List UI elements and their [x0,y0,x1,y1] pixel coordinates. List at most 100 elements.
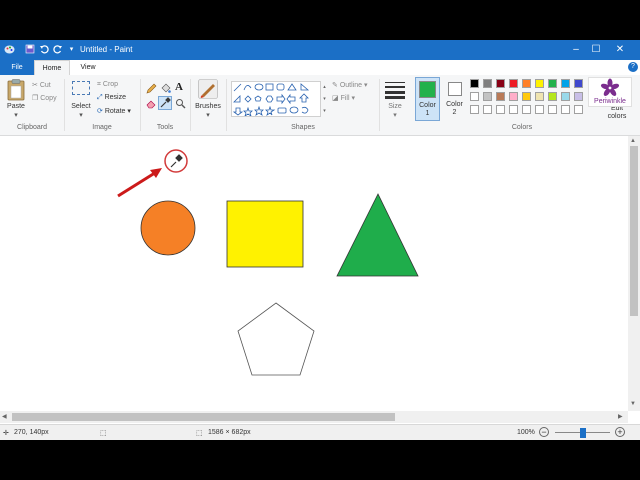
size-icon[interactable] [385,81,405,101]
color-swatch[interactable] [509,79,518,88]
color-swatch[interactable] [561,92,570,101]
paste-icon[interactable] [7,79,25,103]
close-icon[interactable]: ✕ [612,43,628,57]
color-swatch[interactable] [548,105,557,114]
green-triangle[interactable] [336,193,419,277]
paste-button[interactable]: Paste [7,103,25,110]
color-swatch[interactable] [561,79,570,88]
fill-label: Fill [340,95,350,102]
outline-label: Outline [339,82,363,89]
zoom-out-icon[interactable]: − [539,427,549,437]
periwinkle-label: Periwinkle [594,98,626,105]
help-icon[interactable]: ? [628,62,638,72]
text-tool-icon[interactable]: A [175,81,183,93]
color-swatch[interactable] [574,92,583,101]
shapes-gallery[interactable] [231,81,321,117]
brushes-button[interactable]: Brushes [192,103,224,110]
color-swatch[interactable] [470,92,479,101]
color1-button[interactable]: Color 1 [415,77,440,121]
orange-circle[interactable] [140,200,196,256]
select-button[interactable]: Select [70,103,92,110]
vertical-scrollbar[interactable]: ▲ ▼ [628,136,640,411]
crop-button[interactable]: ⌗ Crop [97,81,118,89]
color-swatch[interactable] [509,105,518,114]
resize-button[interactable]: ⤢ Resize [97,94,126,102]
scroll-right-icon[interactable]: ▶ [618,413,623,420]
color-swatch[interactable] [535,79,544,88]
canvas-drawing [117,149,419,376]
ribbon-separator [190,79,191,131]
ribbon-separator [226,79,227,131]
cut-button[interactable]: ✂ Cut [32,81,51,89]
size-dropdown-icon[interactable]: ▾ [382,111,408,119]
color-swatch[interactable] [470,105,479,114]
tab-view[interactable]: View [72,60,104,75]
color-swatch[interactable] [548,79,557,88]
color-swatch[interactable] [574,79,583,88]
zoom-in-icon[interactable]: + [615,427,625,437]
selection-size-icon: ⬚ [100,430,107,437]
ribbon-separator [140,79,141,131]
rotate-button[interactable]: ⟳ Rotate ▾ [97,107,131,115]
color-swatch[interactable] [522,79,531,88]
zoom-slider-thumb[interactable] [579,428,586,438]
brushes-icon[interactable] [198,79,218,101]
shapes-group-label: Shapes [291,124,315,131]
horizontal-scroll-thumb[interactable] [12,413,395,421]
color-swatch[interactable] [509,92,518,101]
color-swatch[interactable] [483,105,492,114]
color-swatch[interactable] [535,92,544,101]
drawing-canvas[interactable] [0,136,628,411]
eraser-icon[interactable] [146,98,157,111]
size-button[interactable]: Size [382,103,408,110]
paint-app-icon[interactable] [4,44,15,55]
color-swatch[interactable] [522,92,531,101]
brushes-dropdown-icon[interactable]: ▾ [192,111,224,119]
undo-icon[interactable] [38,44,49,55]
save-icon[interactable] [24,44,35,55]
tab-file[interactable]: File [0,60,34,75]
color-swatch[interactable] [496,79,505,88]
color-swatch[interactable] [561,105,570,114]
color-swatch[interactable] [522,105,531,114]
color-swatch[interactable] [574,105,583,114]
color-swatch[interactable] [470,79,479,88]
paste-dropdown-icon[interactable]: ▾ [7,111,25,119]
outline-button[interactable]: ✎ Outline ▾ [332,81,367,89]
fill-button[interactable]: ◪ Fill ▾ [332,94,355,102]
copy-button[interactable]: ❐ Copy [32,94,57,102]
color-swatch[interactable] [535,105,544,114]
select-icon[interactable] [72,81,90,95]
yellow-square[interactable] [226,200,304,268]
minimize-icon[interactable]: – [568,43,584,57]
maximize-icon[interactable]: ☐ [588,43,604,57]
magnifier-icon[interactable] [175,98,186,111]
color-swatch[interactable] [496,105,505,114]
color-picker-icon[interactable] [158,96,172,110]
canvas-dimensions: 1586 × 682px [208,429,251,436]
image-group-label: Image [92,124,112,131]
customize-toolbar-icon[interactable]: ▾ [66,44,77,55]
scroll-down-icon[interactable]: ▼ [630,401,636,407]
scroll-up-icon[interactable]: ▲ [630,138,636,144]
periwinkle-logo: Periwinkle [588,77,632,107]
color-swatch[interactable] [548,92,557,101]
pencil-icon[interactable] [146,83,157,96]
white-pentagon[interactable] [237,302,315,376]
color-swatch[interactable] [483,92,492,101]
color2-button[interactable]: Color 2 [443,77,468,121]
fill-icon[interactable] [160,83,171,96]
rotate-label: Rotate [104,108,126,115]
clipboard-group-label: Clipboard [17,124,47,131]
vertical-scroll-thumb[interactable] [630,146,638,316]
edit-colors-label-2[interactable]: colors [604,113,630,120]
select-dropdown-icon[interactable]: ▾ [70,111,92,119]
color-swatch[interactable] [483,79,492,88]
tab-home[interactable]: Home [34,60,70,75]
scroll-left-icon[interactable]: ◀ [2,413,7,420]
horizontal-scrollbar[interactable]: ◀ ▶ [0,411,628,423]
canvas-size-icon: ⬚ [196,430,203,437]
redo-icon[interactable] [52,44,63,55]
color-swatch[interactable] [496,92,505,101]
shapes-scroll[interactable]: ▴ ▾ ▾ [322,81,327,117]
